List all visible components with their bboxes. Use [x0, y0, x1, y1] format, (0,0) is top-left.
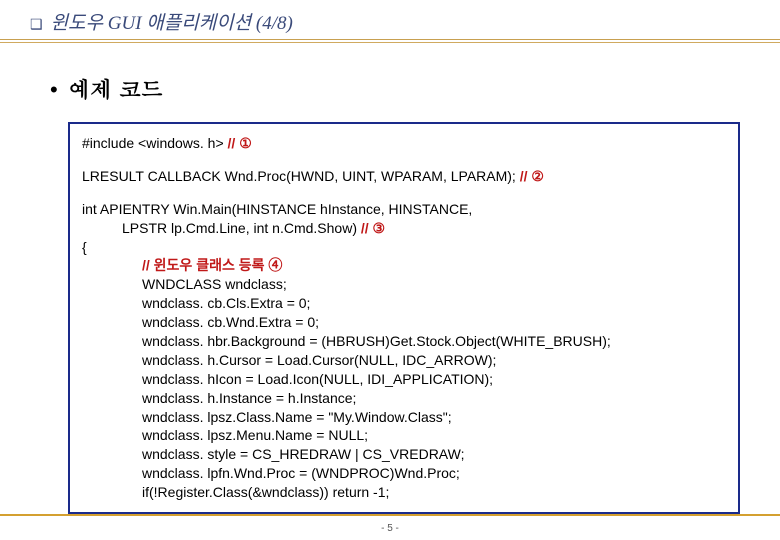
code-line: int APIENTRY Win.Main(HINSTANCE hInstanc… [82, 200, 726, 219]
subtitle-text: 예제 코드 [68, 73, 163, 104]
code-line: wndclass. h.Instance = h.Instance; [82, 389, 726, 408]
header-bullet-icon: ❑ [30, 16, 43, 33]
code-line: wndclass. h.Cursor = Load.Cursor(NULL, I… [82, 351, 726, 370]
code-line: #include <windows. h> // ① [82, 134, 726, 153]
code-line: WNDCLASS wndclass; [82, 275, 726, 294]
slide-header: ❑ 윈도우 GUI 애플리케이션 (4/8) [0, 0, 780, 40]
code-box: #include <windows. h> // ① LRESULT CALLB… [68, 122, 740, 514]
code-line: { [82, 238, 726, 257]
code-line: if(!Register.Class(&wndclass)) return -1… [82, 483, 726, 502]
slide-body: • 예제 코드 #include <windows. h> // ① LRESU… [0, 43, 780, 514]
code-line: wndclass. cb.Cls.Extra = 0; [82, 294, 726, 313]
code-line: wndclass. hbr.Background = (HBRUSH)Get.S… [82, 332, 726, 351]
subtitle-row: • 예제 코드 [50, 73, 740, 104]
code-line: wndclass. lpsz.Menu.Name = NULL; [82, 426, 726, 445]
footer-divider [0, 514, 780, 516]
code-line: LRESULT CALLBACK Wnd.Proc(HWND, UINT, WP… [82, 167, 726, 186]
code-line: wndclass. lpfn.Wnd.Proc = (WNDPROC)Wnd.P… [82, 464, 726, 483]
code-line: LPSTR lp.Cmd.Line, int n.Cmd.Show) // ③ [82, 219, 726, 238]
code-line: wndclass. style = CS_HREDRAW | CS_VREDRA… [82, 445, 726, 464]
subtitle-bullet-icon: • [50, 79, 58, 101]
page-number: - 5 - [0, 523, 780, 534]
code-line: wndclass. cb.Wnd.Extra = 0; [82, 313, 726, 332]
slide-title: 윈도우 GUI 애플리케이션 (4/8) [51, 8, 293, 35]
code-comment: // 윈도우 클래스 등록 ④ [82, 256, 726, 275]
code-line: wndclass. hIcon = Load.Icon(NULL, IDI_AP… [82, 370, 726, 389]
code-line: wndclass. lpsz.Class.Name = "My.Window.C… [82, 408, 726, 427]
